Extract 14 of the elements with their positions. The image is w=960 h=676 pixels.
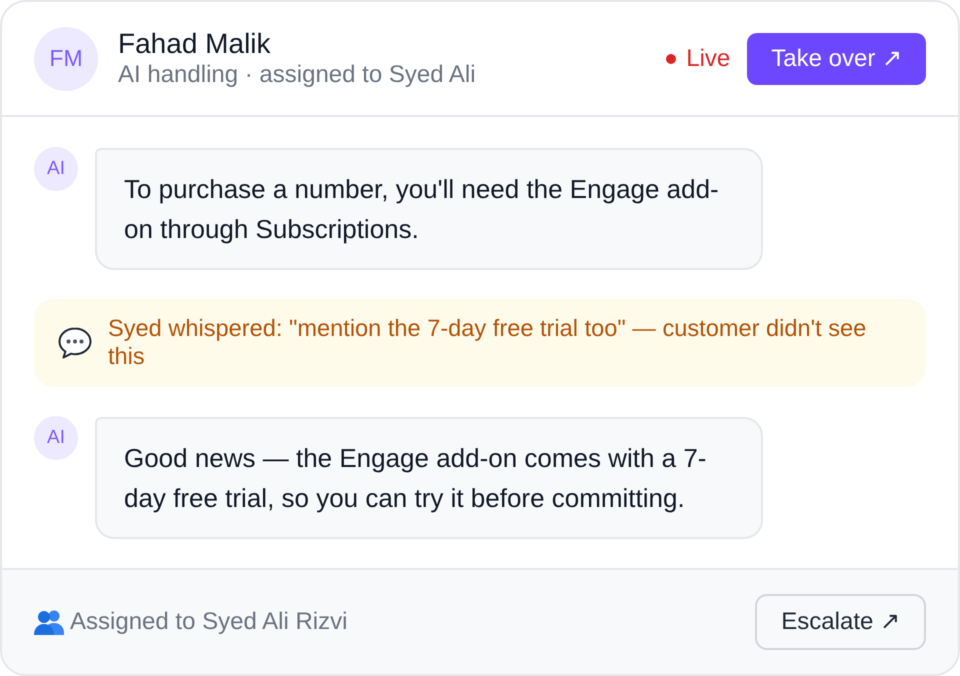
escalate-button[interactable]: Escalate ↗ <box>755 594 926 650</box>
speech-bubble-icon <box>58 327 92 359</box>
take-over-button[interactable]: Take over ↗ <box>747 32 926 84</box>
whisper-text: Syed whispered: "mention the 7-day free trial too" — customer didn't see this <box>108 315 868 371</box>
contact-name: Fahad Malik <box>118 28 272 60</box>
assignment-text: Assigned to Syed Ali Rizvi <box>70 607 348 637</box>
live-status-label: Live <box>686 44 730 74</box>
ai-message-bubble: Good news — the Engage add-on comes with a 7-day free trial, so you can try it before committing. <box>95 417 763 539</box>
contact-avatar: FM <box>34 26 98 90</box>
ai-message-bubble: To purchase a number, you'll need the Engage add-on through Subscriptions. <box>95 148 763 270</box>
ai-avatar: AI <box>34 147 78 191</box>
ai-avatar: AI <box>34 416 78 460</box>
contact-subtitle: AI handling · assigned to Syed Ali <box>118 60 476 90</box>
people-icon <box>34 609 64 635</box>
